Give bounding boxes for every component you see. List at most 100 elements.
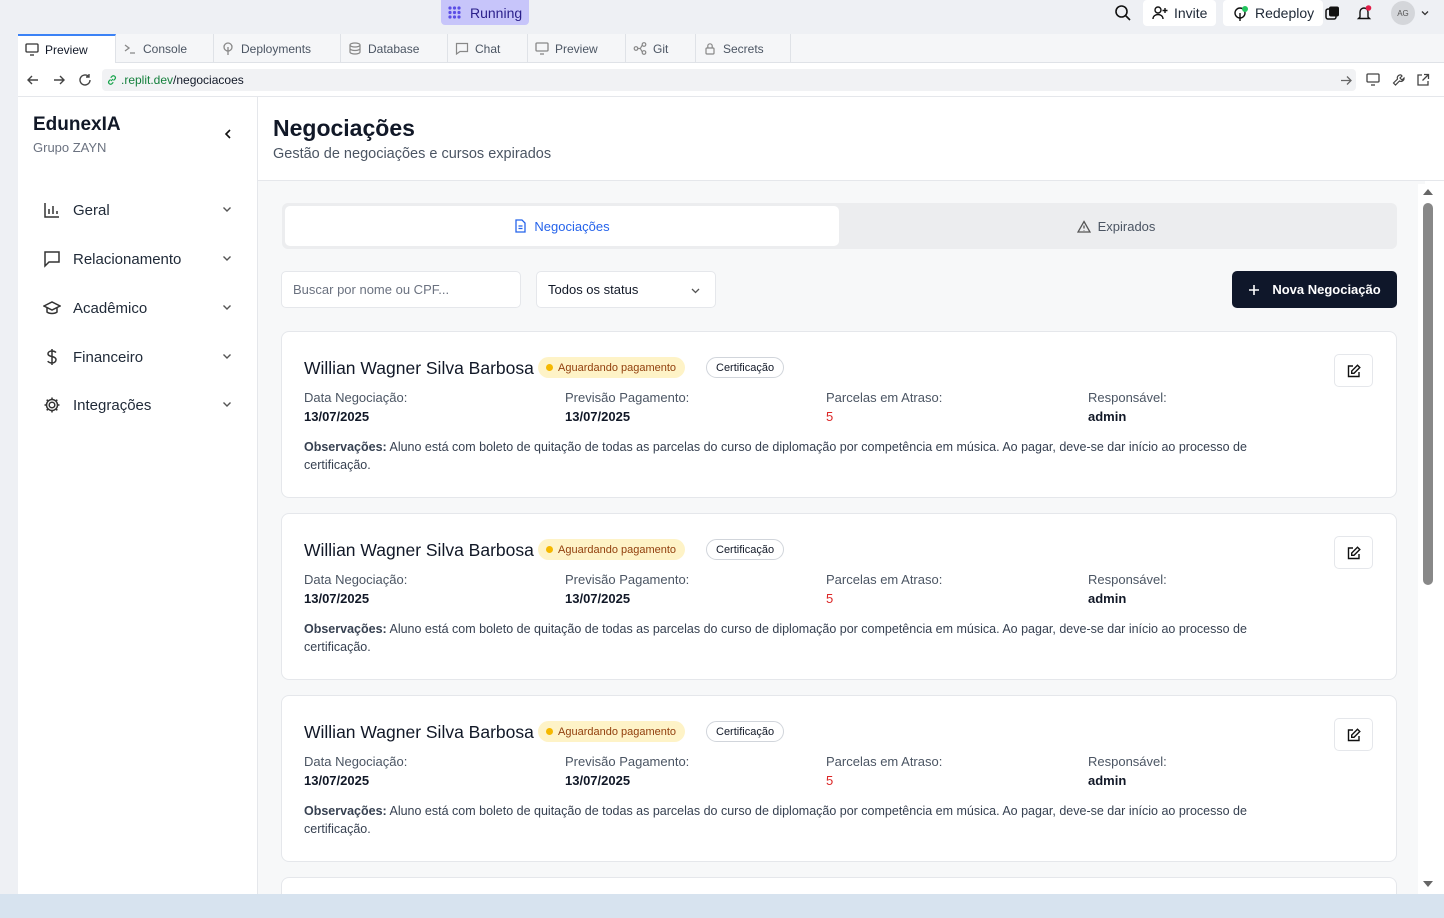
graduation-cap-icon <box>43 301 61 315</box>
sidebar-item-label: Acadêmico <box>73 299 148 317</box>
field-label: Previsão Pagamento: <box>565 390 690 405</box>
bar-chart-icon <box>44 203 59 218</box>
page-header: Negociações Gestão de negociações e curs… <box>258 97 1444 181</box>
tab-chat[interactable]: Chat <box>448 34 528 63</box>
tab-label: Git <box>653 41 669 56</box>
field-label: Data Negociação: <box>304 390 408 405</box>
sidebar-item-geral[interactable]: Geral <box>43 195 233 225</box>
lock-icon <box>705 43 715 55</box>
plus-icon <box>1249 284 1260 295</box>
field-label: Responsável: <box>1088 390 1167 405</box>
scroll-down-icon[interactable] <box>1422 880 1434 888</box>
responsavel: admin <box>1088 591 1127 606</box>
edit-button[interactable] <box>1334 536 1373 569</box>
go-arrow-icon[interactable] <box>1340 74 1353 87</box>
field-label: Parcelas em Atraso: <box>826 390 943 405</box>
devices-icon[interactable] <box>1366 73 1381 87</box>
redeploy-label: Redeploy <box>1255 5 1315 21</box>
url-domain: .replit.dev <box>121 73 174 87</box>
forward-arrow-icon[interactable] <box>52 73 66 87</box>
grid-icon <box>448 6 461 19</box>
status-badge: Aguardando pagamento <box>538 357 686 378</box>
tab-git[interactable]: Git <box>626 34 696 63</box>
responsavel: admin <box>1088 409 1127 424</box>
data-negociacao: 13/07/2025 <box>304 591 370 606</box>
tab-database[interactable]: Database <box>341 34 448 63</box>
chevron-down-icon <box>1421 11 1429 16</box>
link-icon <box>108 75 116 85</box>
back-arrow-icon[interactable] <box>26 73 40 87</box>
url-field[interactable]: .replit.dev/negociacoes <box>102 69 1356 91</box>
git-icon <box>633 42 647 55</box>
sidebar-item-financeiro[interactable]: Financeiro <box>43 342 233 372</box>
chevron-down-icon <box>223 354 231 359</box>
scrollbar[interactable] <box>1418 184 1438 894</box>
field-label: Previsão Pagamento: <box>565 754 690 769</box>
workspace-topbar: Running Invite Redeploy AG <box>0 0 1444 34</box>
field-label: Previsão Pagamento: <box>565 572 690 587</box>
sidebar-item-label: Relacionamento <box>73 250 182 268</box>
field-label: Parcelas em Atraso: <box>826 754 943 769</box>
tab-console[interactable]: Console <box>116 34 214 63</box>
tab-preview-2[interactable]: Preview <box>528 34 626 63</box>
app-sidebar: EdunexIA Grupo ZAYN Geral Relacionamento… <box>18 97 258 894</box>
invite-label: Invite <box>1174 5 1208 21</box>
message-icon <box>44 251 60 268</box>
type-badge: Certificação <box>706 721 785 742</box>
scroll-up-icon[interactable] <box>1422 188 1434 196</box>
parcelas-atraso: 5 <box>826 773 834 788</box>
negotiation-card: Willian Wagner Silva Barbosa Aguardando … <box>281 513 1397 680</box>
tab-label: Secrets <box>723 41 764 56</box>
chevron-down-icon <box>691 288 700 294</box>
tab-secrets[interactable]: Secrets <box>696 34 791 63</box>
tab-label: Negociações <box>534 218 610 234</box>
edit-button[interactable] <box>1334 354 1373 387</box>
scrollbar-thumb[interactable] <box>1423 203 1433 585</box>
observations: Observações: Aluno está com boleto de qu… <box>304 440 1247 472</box>
previsao-pagamento: 13/07/2025 <box>565 773 631 788</box>
search-icon[interactable] <box>1114 0 1132 26</box>
tab-preview[interactable]: Preview <box>18 34 116 63</box>
negotiation-card: Willian Wagner Silva Barbosa Aguardando … <box>281 695 1397 862</box>
terminal-icon <box>124 44 135 54</box>
tab-negociacoes[interactable]: Negociações <box>285 206 839 246</box>
previsao-pagamento: 13/07/2025 <box>565 409 631 424</box>
observations: Observações: Aluno está com boleto de qu… <box>304 622 1247 654</box>
url-path: /negociacoes <box>173 73 244 87</box>
left-panel-edge <box>0 34 18 894</box>
notifications-icon[interactable] <box>1356 0 1373 26</box>
sidebar-item-integracoes[interactable]: Integrações <box>43 390 233 420</box>
sidebar-item-academico[interactable]: Acadêmico <box>43 293 233 323</box>
type-badge: Certificação <box>706 539 785 560</box>
avatar[interactable]: AG <box>1391 0 1430 26</box>
external-link-icon[interactable] <box>1416 73 1430 87</box>
parcelas-atraso: 5 <box>826 591 834 606</box>
new-negotiation-button[interactable]: Nova Negociação <box>1232 271 1397 308</box>
chevron-down-icon <box>223 256 231 261</box>
page-title: Negociações <box>273 115 415 141</box>
tab-label: Console <box>143 41 188 56</box>
status-select-value: Todos os status <box>548 282 639 297</box>
collapse-sidebar-icon[interactable] <box>222 128 234 140</box>
redeploy-button[interactable]: Redeploy <box>1223 0 1324 26</box>
run-status-label: Running <box>470 4 523 21</box>
student-name: Willian Wagner Silva Barbosa <box>304 722 534 742</box>
sidebar-item-relacionamento[interactable]: Relacionamento <box>43 244 233 274</box>
reload-icon[interactable] <box>78 73 92 87</box>
status-select[interactable]: Todos os status <box>536 271 716 308</box>
type-badge: Certificação <box>706 357 785 378</box>
windows-icon[interactable] <box>1324 0 1340 26</box>
search-input[interactable]: Buscar por nome ou CPF... <box>281 271 521 308</box>
field-label: Responsável: <box>1088 572 1167 587</box>
document-icon <box>515 219 527 233</box>
tab-deployments[interactable]: Deployments <box>214 34 341 63</box>
monitor-icon <box>535 42 549 55</box>
student-name: Willian Wagner Silva Barbosa <box>304 540 534 560</box>
wrench-icon[interactable] <box>1392 73 1406 87</box>
chevron-down-icon <box>223 305 231 310</box>
tab-expirados[interactable]: Expirados <box>839 206 1393 246</box>
run-status[interactable]: Running <box>441 0 529 25</box>
invite-button[interactable]: Invite <box>1143 0 1217 26</box>
edit-button[interactable] <box>1334 718 1373 751</box>
tab-label: Expirados <box>1097 218 1156 234</box>
